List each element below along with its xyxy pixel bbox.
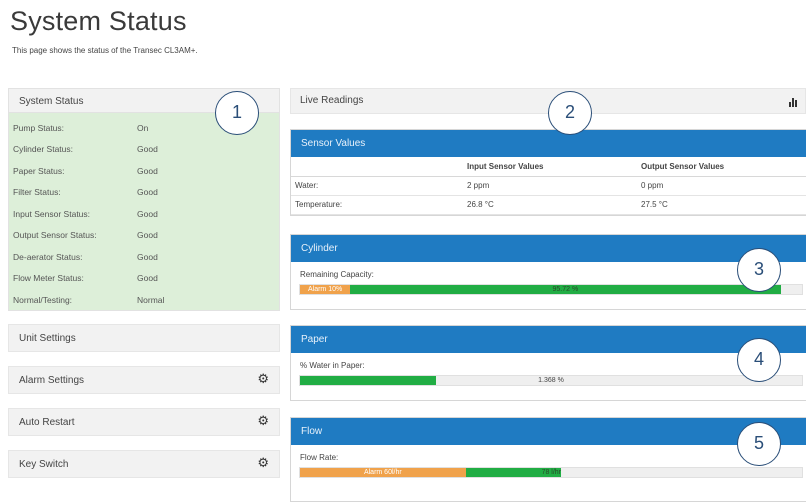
- callout-1: 1: [215, 91, 259, 135]
- callout-4: 4: [737, 338, 781, 382]
- flow-rate-fill: 78 l/hr: [465, 468, 562, 477]
- bar-chart-icon[interactable]: [789, 97, 799, 107]
- alarm-settings-button[interactable]: Alarm Settings ⚙: [8, 366, 280, 394]
- input-sensor-value: 26.8 °C: [467, 195, 641, 215]
- sensor-row-label: Temperature:: [291, 195, 467, 215]
- page-subtitle: This page shows the status of the Transe…: [12, 46, 198, 55]
- status-label: Paper Status:: [13, 165, 65, 176]
- status-value: Good: [137, 144, 158, 155]
- status-row-normal-testing: Normal/Testing: Normal: [9, 289, 279, 311]
- status-row-input-sensor: Input Sensor Status: Good: [9, 203, 279, 225]
- status-value: Good: [137, 165, 158, 176]
- key-switch-label: Key Switch: [19, 459, 69, 470]
- status-label: Filter Status:: [13, 187, 61, 198]
- status-value: Good: [137, 187, 158, 198]
- water-in-paper-label: % Water in Paper:: [300, 361, 365, 370]
- sensor-table-header: Input Sensor Values Output Sensor Values: [291, 157, 806, 177]
- flow-alarm-marker: Alarm 60l/hr: [300, 468, 466, 477]
- status-label: Input Sensor Status:: [13, 208, 91, 219]
- paper-progress-bar: 1.368 %: [299, 375, 803, 386]
- cylinder-progress-bar: 95.72 % Alarm 10%: [299, 284, 803, 295]
- auto-restart-button[interactable]: Auto Restart ⚙: [8, 408, 280, 436]
- status-value: On: [137, 122, 149, 133]
- input-sensor-column-header: Input Sensor Values: [467, 157, 641, 177]
- auto-restart-label: Auto Restart: [19, 417, 75, 428]
- cylinder-capacity-fill: 95.72 %: [300, 285, 781, 294]
- status-row-cylinder: Cylinder Status: Good: [9, 139, 279, 161]
- system-status-list: Pump Status: On Cylinder Status: Good Pape…: [9, 113, 279, 310]
- flow-card: Flow Flow Rate: Alarm 60l/hr 78 l/hr: [290, 417, 806, 502]
- page-title: System Status: [10, 6, 187, 36]
- status-row-flow-meter: Flow Meter Status: Good: [9, 268, 279, 290]
- sensor-row-label: Water:: [291, 176, 467, 196]
- gear-icon[interactable]: ⚙: [257, 456, 269, 469]
- alarm-settings-label: Alarm Settings: [19, 375, 85, 386]
- status-label: Pump Status:: [13, 122, 65, 133]
- key-switch-button[interactable]: Key Switch ⚙: [8, 450, 280, 478]
- flow-rate-label: Flow Rate:: [300, 453, 339, 462]
- status-label: Normal/Testing:: [13, 294, 73, 305]
- remaining-capacity-label: Remaining Capacity:: [300, 270, 374, 279]
- unit-settings-label: Unit Settings: [19, 333, 76, 344]
- status-value: Normal: [137, 294, 165, 305]
- status-row-filter: Filter Status: Good: [9, 182, 279, 204]
- status-label: Output Sensor Status:: [13, 230, 97, 241]
- paper-water-value: 1.368 %: [538, 377, 564, 384]
- callout-3: 3: [737, 248, 781, 292]
- table-row: Temperature: 26.8 °C 27.5 °C: [291, 195, 806, 215]
- callout-5: 5: [737, 422, 781, 466]
- callout-2: 2: [548, 91, 592, 135]
- status-value: Good: [137, 273, 158, 284]
- table-row: Water: 2 ppm 0 ppm: [291, 176, 806, 196]
- output-sensor-value: 0 ppm: [641, 176, 806, 196]
- status-value: Good: [137, 230, 158, 241]
- status-label: Flow Meter Status:: [13, 273, 84, 284]
- gear-icon[interactable]: ⚙: [257, 414, 269, 427]
- output-sensor-value: 27.5 °C: [641, 195, 806, 215]
- paper-heading: Paper: [291, 326, 806, 353]
- cylinder-alarm-marker: Alarm 10%: [300, 285, 351, 294]
- status-label: Cylinder Status:: [13, 144, 73, 155]
- live-readings-title: Live Readings: [300, 95, 364, 106]
- paper-card: Paper % Water in Paper: 1.368 %: [290, 325, 806, 401]
- status-label: De-aerator Status:: [13, 251, 83, 262]
- cylinder-heading: Cylinder: [291, 235, 806, 262]
- cylinder-card: Cylinder Remaining Capacity: 95.72 % Ala…: [290, 234, 806, 310]
- sensor-values-heading: Sensor Values: [291, 130, 806, 157]
- output-sensor-column-header: Output Sensor Values: [641, 157, 806, 177]
- status-value: Good: [137, 208, 158, 219]
- flow-heading: Flow: [291, 418, 806, 445]
- status-value: Good: [137, 251, 158, 262]
- sensor-values-card: Sensor Values Input Sensor Values Output…: [290, 129, 806, 216]
- unit-settings-button[interactable]: Unit Settings: [8, 324, 280, 352]
- status-row-output-sensor: Output Sensor Status: Good: [9, 225, 279, 247]
- sensor-table: Input Sensor Values Output Sensor Values…: [291, 157, 806, 215]
- status-row-paper: Paper Status: Good: [9, 160, 279, 182]
- status-row-deaerator: De-aerator Status: Good: [9, 246, 279, 268]
- input-sensor-value: 2 ppm: [467, 176, 641, 196]
- gear-icon[interactable]: ⚙: [257, 372, 269, 385]
- flow-progress-bar: Alarm 60l/hr 78 l/hr: [299, 467, 803, 478]
